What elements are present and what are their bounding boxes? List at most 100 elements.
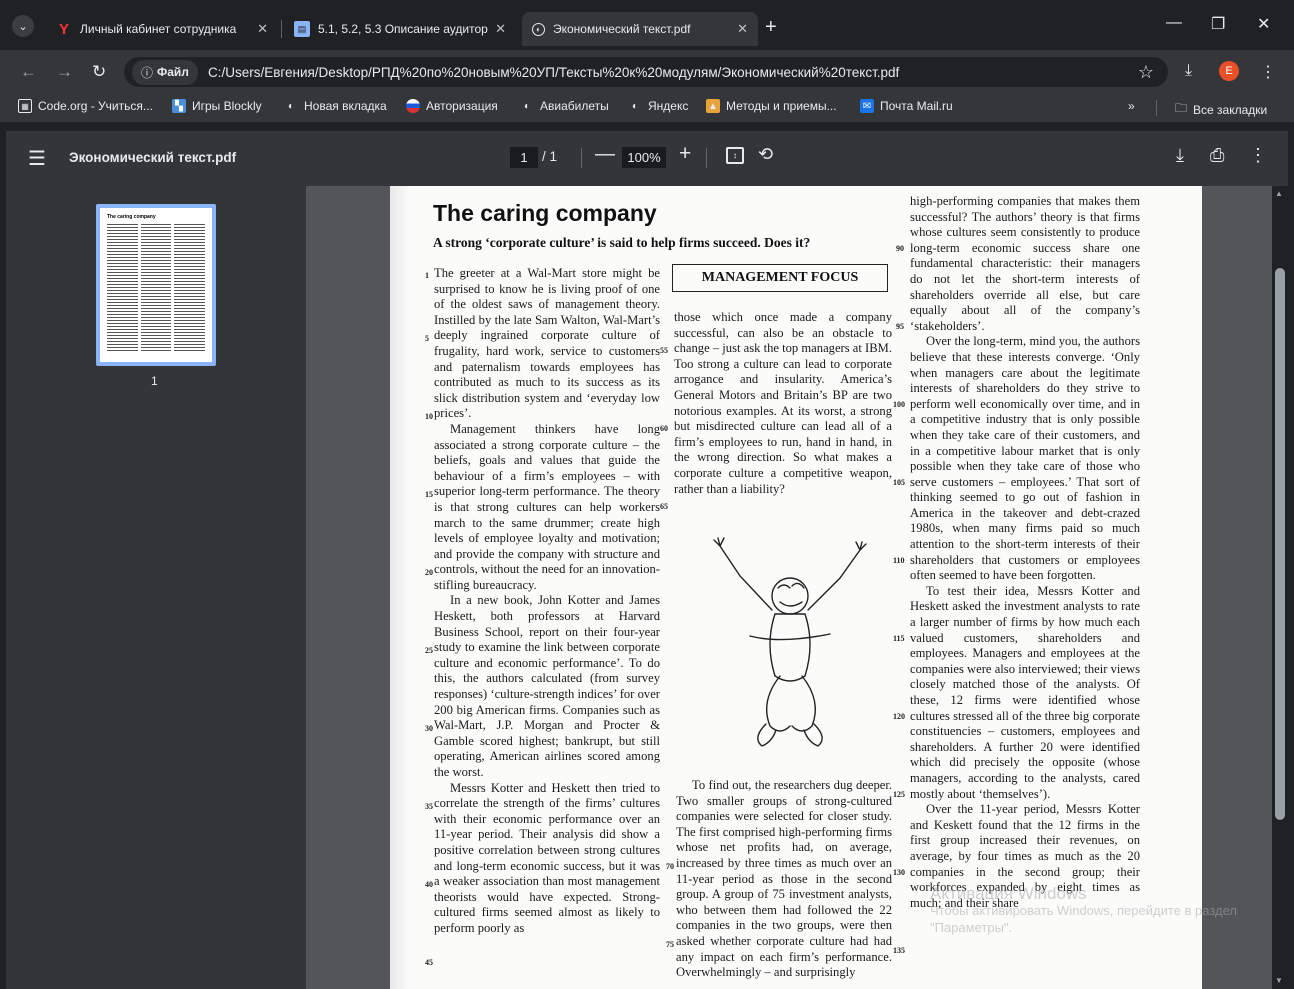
bookmark-label: Методы и приемы... [726, 99, 837, 113]
line-number: 60 [660, 424, 668, 433]
print-icon[interactable]: ⎙ [1210, 145, 1224, 166]
paragraph: In a new book, John Kotter and James Hes… [434, 593, 660, 779]
line-number: 15 [425, 490, 433, 499]
line-number: 10 [425, 412, 433, 421]
profile-avatar[interactable]: E [1219, 61, 1239, 81]
rotate-icon[interactable]: ⟲ [758, 144, 773, 165]
kebab-menu-icon[interactable]: ⋮ [1260, 62, 1276, 82]
line-number: 5 [425, 334, 429, 343]
bookmark-methods[interactable]: ▲ Методы и приемы... [706, 99, 837, 113]
close-icon[interactable]: ✕ [257, 21, 268, 37]
zoom-in-button[interactable]: + [679, 142, 691, 166]
vertical-scrollbar[interactable]: ▲ ▼ [1272, 186, 1288, 989]
page-number-input[interactable]: 1 [510, 147, 538, 168]
doc-icon: ▤ [294, 21, 310, 37]
scrollbar-thumb[interactable] [1275, 268, 1285, 820]
thumbnail-column [174, 223, 205, 353]
download-icon[interactable]: ⤓ [1185, 62, 1192, 80]
forward-arrow-icon[interactable]: → [56, 62, 73, 82]
bookmark-flights[interactable]: ◐ Авиабилеты [520, 99, 609, 113]
bookmark-new-tab[interactable]: ◐ Новая вкладка [284, 99, 387, 113]
windows-activation-watermark: Активация Windows Чтобы активировать Win… [930, 885, 1240, 936]
more-actions-icon[interactable]: ⋮ [1249, 145, 1267, 166]
tab-employee-cabinet[interactable]: Y Личный кабинет сотрудника ✕ [46, 12, 278, 46]
line-number: 25 [425, 646, 433, 655]
chevrons-icon: » [1128, 99, 1135, 113]
tab-label: 5.1, 5.2, 5.3 Описание аудитор [318, 22, 488, 36]
paragraph: To test their idea, Messrs Kotter and He… [910, 583, 1140, 801]
tab-search-button[interactable]: ⌄ [12, 15, 34, 37]
code-org-icon: ▦ [18, 99, 32, 113]
blockly-icon: ▚ [172, 99, 186, 113]
bookmark-authorization[interactable]: Авторизация [406, 99, 498, 113]
line-number: 130 [893, 868, 905, 877]
bookmarks-overflow-button[interactable]: » [1128, 99, 1135, 113]
globe-icon: ◐ [532, 22, 545, 36]
text-column-3: high-performing companies that makes the… [910, 194, 1140, 911]
pdf-page: The caring company A strong ‘corporate c… [390, 186, 1202, 989]
line-number: 35 [425, 802, 433, 811]
reload-icon[interactable]: ↻ [92, 62, 106, 82]
zoom-out-button[interactable]: — [595, 143, 615, 166]
bookmark-label: Авиабилеты [540, 99, 609, 113]
line-number: 100 [893, 400, 905, 409]
pdf-viewer[interactable]: The caring company A strong ‘corporate c… [306, 186, 1272, 989]
scroll-down-arrow-icon[interactable]: ▼ [1275, 976, 1283, 985]
bookmark-star-icon[interactable]: ☆ [1138, 62, 1154, 83]
bookmarks-divider [1156, 100, 1157, 116]
watermark-title: Активация Windows [930, 884, 1087, 903]
line-number: 135 [893, 946, 905, 955]
scan-shadow [390, 186, 410, 989]
paragraph: Management thinkers have long associated… [434, 421, 660, 592]
management-focus-box: MANAGEMENT FOCUS [672, 264, 888, 292]
download-icon[interactable]: ⤓ [1176, 145, 1184, 166]
minimize-button[interactable]: — [1166, 14, 1182, 32]
bookmark-label: Code.org - Учиться... [38, 99, 153, 113]
thumbnail-columns [107, 223, 205, 353]
line-number: 105 [893, 478, 905, 487]
text-column-2-top: those which once made a company successf… [674, 310, 892, 497]
thumbnail-column [107, 223, 138, 353]
line-number: 125 [893, 790, 905, 799]
address-toolbar: ← → ↻ ⓘ Файл C:/Users/Евгения/Desktop/РП… [0, 50, 1294, 94]
close-icon[interactable]: ✕ [495, 21, 506, 37]
paragraph: Over the long-term, mind you, the author… [910, 334, 1140, 583]
close-icon[interactable]: ✕ [737, 21, 748, 37]
bookmark-code-org[interactable]: ▦ Code.org - Учиться... [18, 99, 153, 113]
paragraph: To find out, the researchers dug deeper.… [676, 778, 892, 980]
line-number: 75 [666, 940, 674, 949]
info-icon: ⓘ [141, 65, 154, 80]
back-arrow-icon[interactable]: ← [20, 62, 37, 82]
tab-description-doc[interactable]: ▤ 5.1, 5.2, 5.3 Описание аудитор ✕ [284, 12, 516, 46]
thumbnail-column [140, 223, 172, 353]
bookmark-mail[interactable]: ✉ Почта Mail.ru [860, 99, 953, 113]
hamburger-menu-icon[interactable]: ☰ [28, 146, 46, 171]
tab-economic-text[interactable]: ◐ Экономический текст.pdf ✕ [522, 12, 758, 46]
close-window-button[interactable]: ✕ [1257, 14, 1270, 34]
tab-label: Личный кабинет сотрудника [80, 22, 237, 36]
site-info-chip[interactable]: ⓘ Файл [132, 59, 198, 85]
fit-page-icon[interactable]: ↕ [726, 147, 744, 164]
toolbar-divider [706, 148, 707, 168]
bookmarks-bar: ▦ Code.org - Учиться... ▚ Игры Blockly ◐… [0, 94, 1294, 122]
line-number: 90 [896, 244, 904, 253]
bookmark-yandex[interactable]: ◐ Яндекс [628, 99, 688, 113]
scroll-up-arrow-icon[interactable]: ▲ [1275, 189, 1283, 198]
page-total: / 1 [542, 149, 558, 164]
paragraph: The greeter at a Wal-Mart store might be… [434, 266, 660, 421]
all-bookmarks-button[interactable]: 🗀 Все закладки [1175, 99, 1267, 120]
line-number: 95 [896, 322, 904, 331]
page-thumbnail[interactable]: The caring company [96, 204, 216, 366]
line-number: 45 [425, 958, 433, 967]
line-number: 1 [425, 271, 429, 280]
address-bar[interactable]: ⓘ Файл C:/Users/Евгения/Desktop/РПД%20по… [124, 57, 1168, 87]
restore-button[interactable]: ❐ [1211, 14, 1225, 34]
new-tab-button[interactable]: + [765, 16, 777, 39]
bookmark-blockly[interactable]: ▚ Игры Blockly [172, 99, 262, 113]
pdf-filename: Экономический текст.pdf [69, 150, 237, 165]
zoom-level-input[interactable]: 100% [622, 147, 666, 168]
line-number: 40 [425, 880, 433, 889]
tab-strip: ⌄ Y Личный кабинет сотрудника ✕ ▤ 5.1, 5… [0, 0, 1294, 50]
url-text[interactable]: C:/Users/Евгения/Desktop/РПД%20по%20новы… [208, 65, 899, 80]
folder-icon: 🗀 [1175, 101, 1188, 115]
